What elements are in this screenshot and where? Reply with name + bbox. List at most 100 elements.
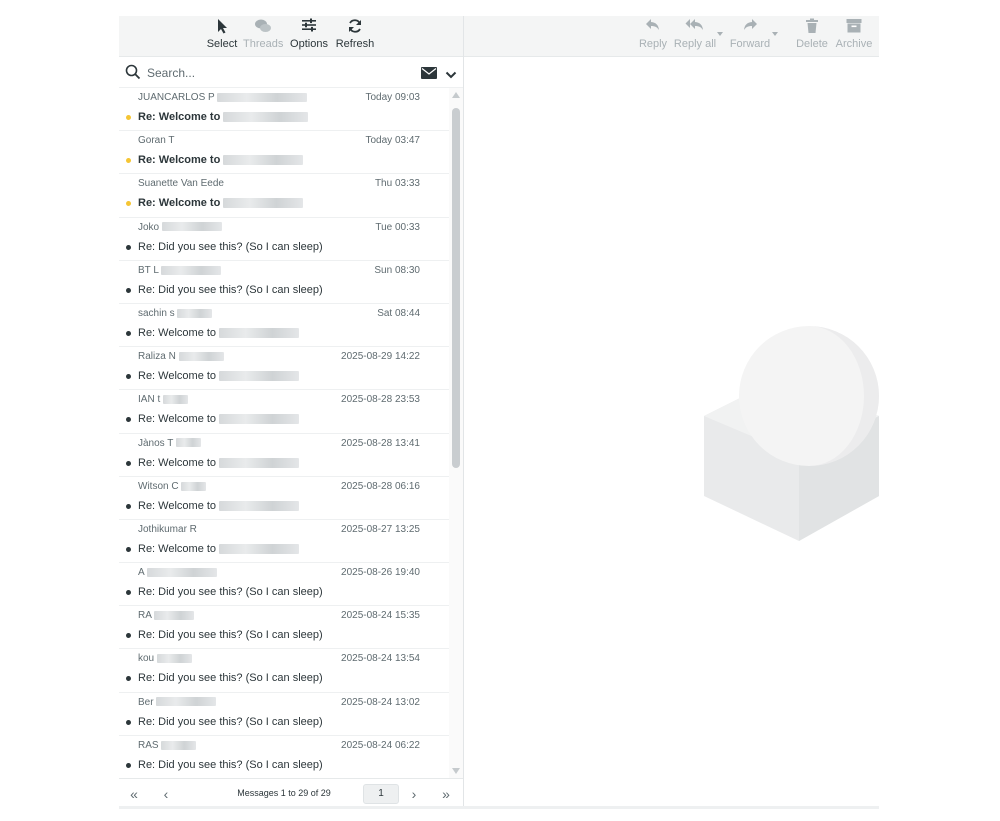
message-list-scrollbar[interactable] (449, 88, 463, 778)
message-sender-name: kou (138, 653, 155, 665)
redacted-text (219, 457, 300, 468)
message-subject-text: Re: Did you see this? (So I can sleep) (138, 629, 323, 642)
message-sender: Joko (138, 222, 222, 233)
message-subject: Re: Welcome to (138, 154, 304, 166)
redacted-text (217, 92, 308, 102)
chevron-down-icon[interactable] (445, 67, 457, 79)
message-list-item[interactable]: sachin s Sat 08:44 Re: Welcome to (119, 304, 449, 348)
scroll-down-arrow-icon[interactable] (452, 768, 460, 774)
refresh-button[interactable]: Refresh (335, 18, 375, 54)
message-date: 2025-08-24 13:02 (341, 696, 420, 708)
redacted-text (219, 414, 300, 425)
message-sender-name: RAS (138, 739, 159, 751)
search-input[interactable] (145, 62, 409, 84)
message-list-item[interactable]: RA 2025-08-24 15:35 Re: Did you see this?… (119, 606, 449, 650)
message-bullet-dot (126, 719, 131, 725)
envelope-icon[interactable] (421, 66, 437, 79)
message-subject: Re: Welcome to (138, 111, 309, 123)
cursor-icon (205, 18, 239, 38)
message-list-item[interactable]: Joko Tue 00:33 Re: Did you see this? (So … (119, 218, 449, 261)
previous-page-icon[interactable]: ‹ (157, 785, 175, 803)
redacted-text (177, 308, 213, 318)
redacted-text (146, 567, 217, 577)
message-subject: Re: Welcome to (138, 543, 300, 555)
message-list-item[interactable]: BT L Sun 08:30 Re: Did you see this? (So … (119, 261, 449, 304)
next-page-icon[interactable]: › (405, 785, 423, 803)
options-label: Options (290, 38, 328, 50)
message-subject: Re: Did you see this? (So I can sleep) (138, 716, 323, 728)
scrollbar-thumb[interactable] (452, 108, 460, 468)
unread-indicator-dot (126, 115, 131, 120)
redacted-text (163, 395, 189, 405)
message-sender: sachin s (138, 308, 213, 319)
message-sender: IAN t (138, 394, 189, 406)
reply-all-dropdown-icon[interactable] (717, 32, 723, 36)
sliders-icon (289, 18, 329, 38)
reply-all-button[interactable]: Reply all (673, 18, 717, 54)
redacted-text (223, 112, 309, 123)
delete-label: Delete (796, 38, 828, 50)
first-page-icon[interactable]: « (125, 785, 143, 803)
select-button[interactable]: Select (205, 18, 239, 54)
message-list-item[interactable]: JUANCARLOS P Today 09:03 Re: Welcome to (119, 88, 449, 132)
select-label: Select (206, 38, 238, 50)
message-subject-text: Re: Did you see this? (So I can sleep) (138, 672, 323, 685)
message-list-item[interactable]: Ber 2025-08-24 13:02 Re: Did you see this… (119, 693, 449, 736)
message-sender-name: JUANCARLOS P (138, 92, 215, 103)
bottom-divider (119, 806, 879, 809)
scroll-up-arrow-icon[interactable] (452, 92, 460, 98)
message-sender: Suanette Van Eede (138, 178, 224, 189)
message-subject: Re: Welcome to (138, 413, 300, 425)
forward-button[interactable]: Forward (728, 18, 772, 54)
message-list-item[interactable]: Jànos T 2025-08-28 13:41 Re: Welcome to (119, 434, 449, 477)
forward-icon (728, 18, 772, 38)
page-number-input[interactable] (363, 784, 399, 804)
message-sender-name: Goran T (138, 135, 175, 147)
message-list-item[interactable]: Witson C 2025-08-28 06:16 Re: Welcome to (119, 477, 449, 520)
message-sender-name: Witson C (138, 480, 179, 492)
message-list: JUANCARLOS P Today 09:03 Re: Welcome to G… (119, 88, 449, 778)
redacted-text (156, 697, 217, 707)
message-sender-name: Joko (138, 221, 160, 233)
message-bullet-dot (126, 762, 131, 768)
message-list-item[interactable]: IAN t 2025-08-28 23:53 Re: Welcome to (119, 390, 449, 434)
message-list-item[interactable]: Raliza N 2025-08-29 14:22 Re: Welcome to (119, 347, 449, 391)
message-list-item[interactable]: Suanette Van Eede Thu 03:33 Re: Welcome to (119, 174, 449, 218)
redacted-text (178, 351, 224, 361)
message-subject: Re: Did you see this? (So I can sleep) (138, 284, 323, 296)
message-list-item[interactable]: RAS 2025-08-24 06:22 Re: Did you see this… (119, 736, 449, 778)
message-list-item[interactable]: A 2025-08-26 19:40 Re: Did you see this? … (119, 563, 449, 607)
reply-button[interactable]: Reply (636, 18, 670, 54)
last-page-icon[interactable]: » (437, 785, 455, 803)
message-date: 2025-08-24 13:54 (341, 653, 420, 665)
message-date: 2025-08-24 06:22 (341, 739, 420, 751)
archive-button[interactable]: Archive (834, 18, 874, 54)
message-sender: Ber (138, 697, 217, 708)
message-bullet-dot (126, 590, 131, 596)
redacted-text (223, 155, 304, 166)
message-subject: Re: Welcome to (138, 370, 300, 382)
threads-button[interactable]: Threads (243, 18, 283, 54)
unread-indicator-dot (126, 201, 131, 207)
message-subject-text: Re: Did you see this? (So I can sleep) (138, 715, 323, 728)
redacted-text (219, 371, 300, 382)
search-icon (125, 64, 141, 80)
message-preview-panel: Reply Reply all Forward Delete Archive (464, 16, 879, 808)
message-list-item[interactable]: Goran T Today 03:47 Re: Welcome to (119, 131, 449, 175)
forward-dropdown-icon[interactable] (772, 32, 778, 36)
message-sender: RA (138, 610, 195, 621)
redacted-text (154, 611, 195, 621)
message-count: Messages 1 to 29 of 29 (237, 788, 331, 798)
message-subject-text: Re: Welcome to (138, 111, 221, 123)
message-list-panel: Select Threads Options Refresh Search...… (119, 16, 464, 809)
options-button[interactable]: Options (289, 18, 329, 54)
redacted-text (161, 265, 222, 275)
message-sender: kou (138, 653, 192, 664)
message-list-item[interactable]: kou 2025-08-24 13:54 Re: Did you see this… (119, 649, 449, 693)
message-subject: Re: Welcome to (138, 197, 304, 209)
message-date: Tue 00:33 (375, 221, 420, 233)
message-sender-name: IAN t (138, 394, 161, 406)
message-list-item[interactable]: Jothikumar R 2025-08-27 13:25 Re: Welcome … (119, 520, 449, 564)
message-bullet-dot (126, 503, 131, 509)
delete-button[interactable]: Delete (794, 18, 830, 54)
